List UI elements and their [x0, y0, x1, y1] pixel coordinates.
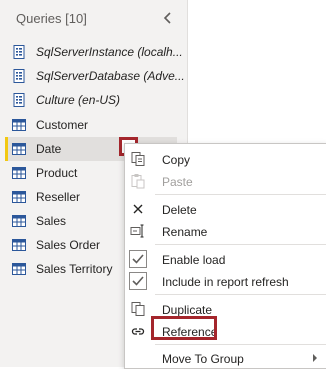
menu-item-duplicate[interactable]: Duplicate	[125, 298, 326, 320]
checkmark-icon	[132, 254, 144, 264]
query-label: Reseller	[36, 190, 81, 204]
table-icon	[12, 239, 26, 251]
menu-label: Include in report refresh	[162, 275, 289, 289]
table-icon	[12, 119, 26, 131]
menu-item-copy[interactable]: Copy	[125, 148, 326, 170]
menu-item-paste[interactable]: Paste	[125, 170, 326, 192]
copy-icon	[131, 152, 145, 166]
selected-indicator	[5, 137, 8, 161]
duplicate-icon	[131, 302, 145, 316]
query-label: Sales	[36, 214, 67, 228]
query-item-sqlserverdatabase[interactable]: SqlServerDatabase (Adve...	[6, 64, 185, 88]
menu-label: Copy	[162, 153, 191, 167]
paste-icon	[131, 174, 145, 189]
query-item-customer[interactable]: Customer	[6, 113, 177, 137]
query-item-culture[interactable]: Culture (en-US)	[6, 88, 177, 112]
enable-load-checkbox[interactable]	[129, 250, 147, 268]
parameter-icon	[13, 69, 25, 83]
queries-pane-title: Queries [10]	[16, 11, 87, 26]
context-menu: Copy Paste Delete Rename Enable load Inc…	[124, 143, 326, 369]
menu-separator	[155, 194, 326, 195]
menu-separator	[155, 294, 326, 295]
parameter-icon	[13, 45, 25, 59]
query-item-sqlserverinstance[interactable]: SqlServerInstance (localh...	[6, 40, 183, 64]
menu-label: Move To Group	[162, 352, 244, 366]
query-label: Sales Order	[36, 238, 101, 252]
query-label: Customer	[36, 118, 89, 132]
table-icon	[12, 143, 26, 155]
menu-label: Rename	[162, 225, 208, 239]
checkmark-icon	[132, 276, 144, 286]
include-in-refresh-checkbox[interactable]	[129, 272, 147, 290]
menu-label: Enable load	[162, 253, 226, 267]
menu-item-rename[interactable]: Rename	[125, 220, 326, 242]
query-label: Culture (en-US)	[36, 93, 121, 107]
menu-item-enable-load[interactable]: Enable load	[125, 248, 326, 270]
query-label: Date	[36, 142, 62, 156]
menu-label: Paste	[162, 175, 193, 189]
menu-separator	[155, 344, 326, 345]
query-label: SqlServerDatabase (Adve...	[36, 69, 185, 83]
submenu-arrow-icon	[313, 354, 317, 362]
menu-item-reference[interactable]: Reference	[125, 316, 326, 342]
table-icon	[12, 215, 26, 227]
table-icon	[12, 167, 26, 179]
menu-item-move-to-group[interactable]: Move To Group	[125, 347, 326, 369]
query-label: Product	[36, 166, 78, 180]
collapse-pane-button[interactable]	[160, 9, 176, 27]
menu-label: Reference	[162, 325, 218, 339]
query-label: SqlServerInstance (localh...	[36, 45, 183, 59]
query-label: Sales Territory	[36, 262, 113, 276]
table-icon	[12, 263, 26, 275]
rename-icon	[130, 224, 144, 238]
menu-label: Delete	[162, 203, 197, 217]
menu-separator	[155, 244, 326, 245]
table-icon	[12, 191, 26, 203]
menu-label: Duplicate	[162, 303, 213, 317]
delete-icon	[133, 204, 143, 214]
menu-item-include-in-refresh[interactable]: Include in report refresh	[125, 270, 326, 292]
link-icon	[131, 328, 145, 335]
menu-item-delete[interactable]: Delete	[125, 198, 326, 220]
parameter-icon	[13, 93, 25, 107]
chevron-left-icon	[163, 12, 171, 24]
